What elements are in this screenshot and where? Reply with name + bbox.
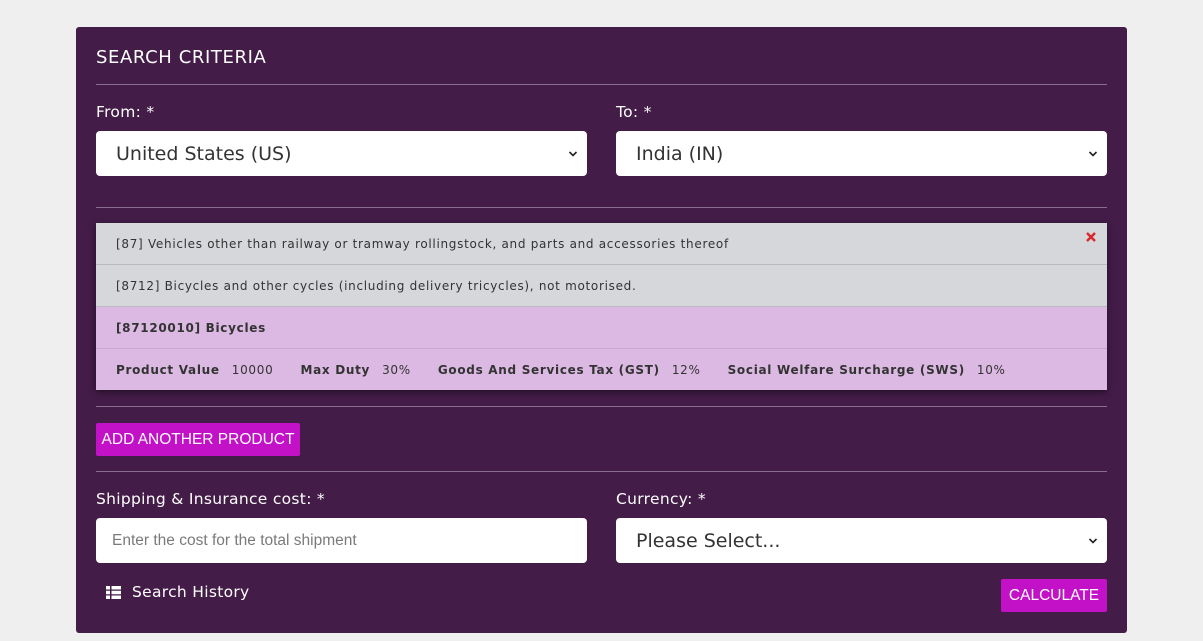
gst-field: Goods And Services Tax (GST) 12% bbox=[438, 363, 701, 377]
gst-value: 12% bbox=[671, 362, 701, 377]
shipping-cost-placeholder: Enter the cost for the total shipment bbox=[112, 531, 357, 549]
gst-key: Goods And Services Tax (GST) bbox=[437, 362, 660, 377]
to-label: To: * bbox=[616, 103, 652, 121]
panel-title: SEARCH CRITERIA bbox=[96, 47, 267, 68]
from-country-select[interactable]: United States (US) bbox=[96, 131, 587, 176]
search-history-label: Search History bbox=[132, 583, 250, 601]
search-history-link[interactable]: Search History bbox=[106, 583, 250, 601]
currency-select[interactable]: Please Select... bbox=[616, 518, 1107, 563]
divider bbox=[96, 207, 1107, 208]
sws-key: Social Welfare Surcharge (SWS) bbox=[727, 362, 965, 377]
calculate-button[interactable]: CALCULATE bbox=[1001, 579, 1107, 612]
product-value-key: Product Value bbox=[116, 362, 220, 377]
from-label: From: * bbox=[96, 103, 155, 121]
table-list-icon bbox=[106, 585, 121, 599]
product-heading: [8712] Bicycles and other cycles (includ… bbox=[116, 278, 637, 293]
sws-value: 10% bbox=[976, 362, 1006, 377]
divider bbox=[96, 406, 1107, 407]
to-country-select[interactable]: India (IN) bbox=[616, 131, 1107, 176]
currency-label: Currency: * bbox=[616, 490, 706, 508]
chevron-down-icon bbox=[1088, 150, 1098, 157]
product-chapter: [87] Vehicles other than railway or tram… bbox=[116, 236, 729, 251]
add-another-product-button[interactable]: ADD ANOTHER PRODUCT bbox=[96, 423, 300, 456]
product-card: [87] Vehicles other than railway or tram… bbox=[96, 223, 1107, 390]
to-country-value: India (IN) bbox=[636, 142, 724, 165]
shipping-label: Shipping & Insurance cost: * bbox=[96, 490, 325, 508]
product-item-row: [87120010] Bicycles bbox=[96, 307, 1107, 349]
chevron-down-icon bbox=[1088, 537, 1098, 544]
product-details-row: Product Value 10000 Max Duty 30% Goods A… bbox=[96, 349, 1107, 390]
shipping-cost-input[interactable]: Enter the cost for the total shipment bbox=[96, 518, 587, 563]
divider bbox=[96, 84, 1107, 85]
currency-value: Please Select... bbox=[636, 529, 781, 552]
max-duty-key: Max Duty bbox=[300, 362, 371, 377]
from-country-value: United States (US) bbox=[116, 142, 292, 165]
max-duty-field: Max Duty 30% bbox=[300, 363, 410, 377]
close-x-icon[interactable] bbox=[1085, 231, 1097, 243]
chevron-down-icon bbox=[568, 150, 578, 157]
product-value-value: 10000 bbox=[231, 362, 274, 377]
search-criteria-panel: SEARCH CRITERIA From: * United States (U… bbox=[76, 27, 1127, 633]
product-chapter-row: [87] Vehicles other than railway or tram… bbox=[96, 223, 1107, 265]
sws-field: Social Welfare Surcharge (SWS) 10% bbox=[728, 363, 1006, 377]
product-item: [87120010] Bicycles bbox=[116, 320, 266, 335]
product-heading-row: [8712] Bicycles and other cycles (includ… bbox=[96, 265, 1107, 307]
divider bbox=[96, 471, 1107, 472]
product-value-field: Product Value 10000 bbox=[116, 363, 273, 377]
max-duty-value: 30% bbox=[382, 362, 411, 377]
